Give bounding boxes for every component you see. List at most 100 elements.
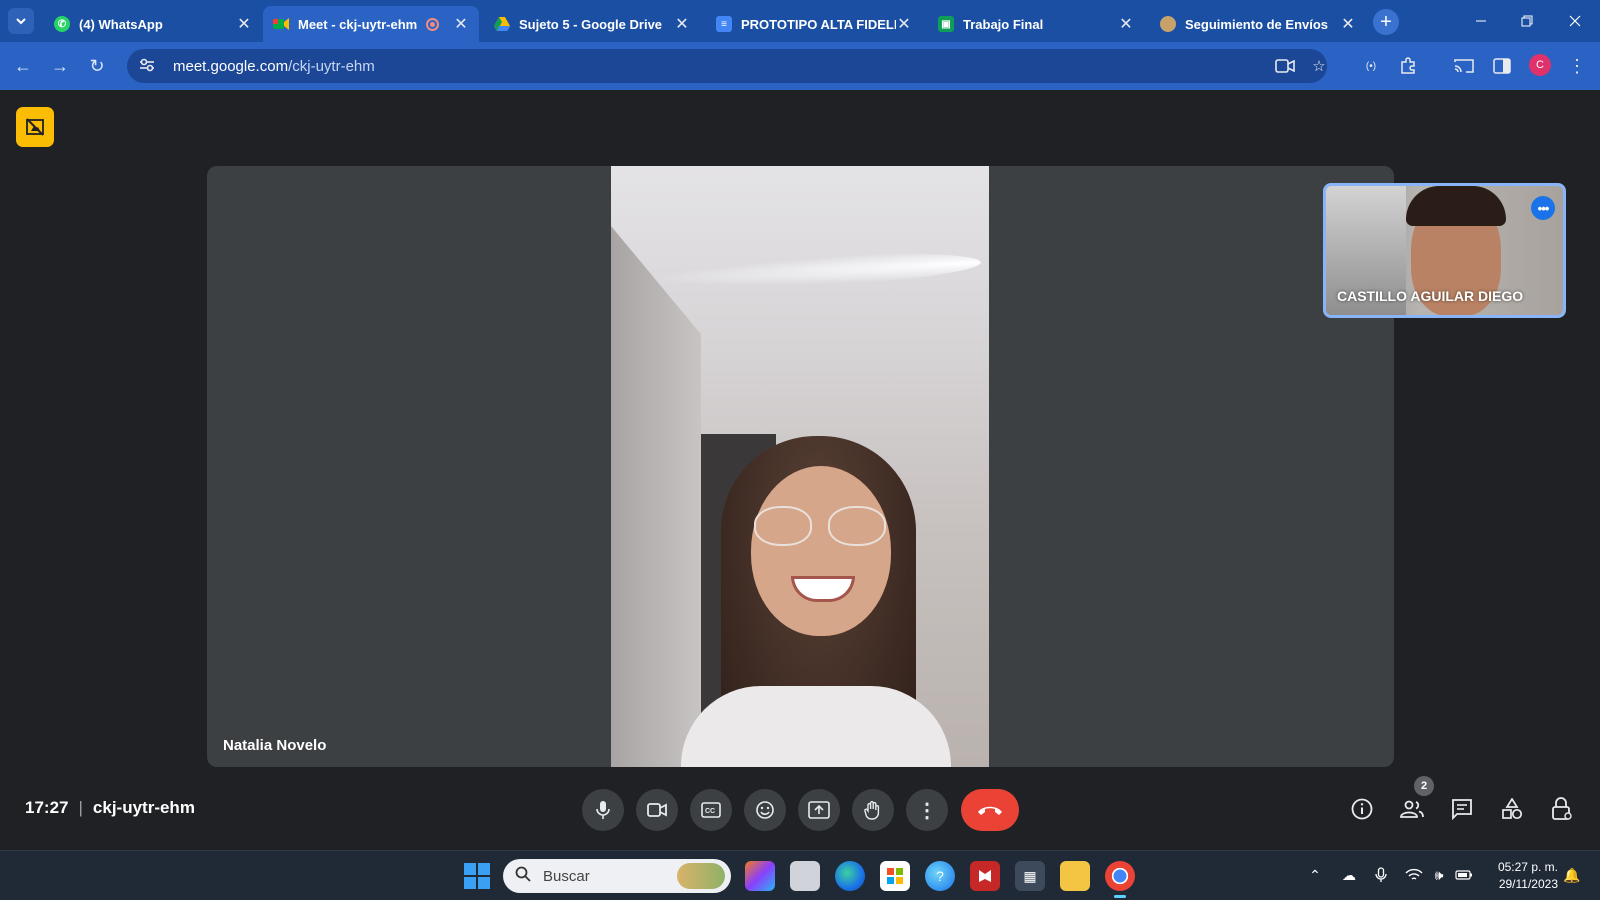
profile-avatar[interactable]: C <box>1529 54 1551 76</box>
tab-prototipo-doc[interactable]: ≡ PROTOTIPO ALTA FIDELID ✕ <box>706 6 922 42</box>
file-explorer-icon[interactable] <box>1060 861 1090 891</box>
no-video-icon <box>26 118 44 136</box>
onedrive-icon[interactable]: ☁ <box>1338 863 1360 887</box>
whatsapp-icon: ✆ <box>54 16 70 32</box>
recording-icon <box>426 17 439 31</box>
host-controls-button[interactable] <box>1547 794 1577 824</box>
camera-off-badge[interactable] <box>16 107 54 147</box>
mcafee-icon[interactable] <box>970 861 1000 891</box>
site-info-icon[interactable] <box>139 58 159 75</box>
captions-button[interactable]: CC <box>690 789 732 831</box>
side-panel-icon[interactable] <box>1490 54 1514 78</box>
clock-date: 29/11/2023 <box>1498 877 1558 891</box>
more-options-button[interactable]: ••• <box>1531 196 1555 220</box>
close-icon[interactable]: ✕ <box>896 14 912 34</box>
media-cast-icon[interactable]: (•) <box>1359 54 1383 78</box>
self-participant-name: CASTILLO AGUILAR DIEGO <box>1337 288 1524 304</box>
chrome-menu-icon[interactable]: ⋮ <box>1565 54 1589 78</box>
close-icon[interactable]: ✕ <box>674 14 690 34</box>
people-button[interactable] <box>1397 794 1427 824</box>
windows-start-icon[interactable] <box>464 863 490 889</box>
raise-hand-button[interactable] <box>852 789 894 831</box>
reload-icon: ↻ <box>89 55 105 76</box>
minimize-icon <box>1476 20 1486 22</box>
tab-search-button[interactable] <box>8 8 34 34</box>
volume-icon[interactable]: 🕪 <box>1428 863 1450 887</box>
tab-title: Seguimiento de Envíos <box>1185 16 1329 32</box>
close-icon[interactable]: ✕ <box>1340 14 1356 34</box>
participant-count-badge: 2 <box>1414 776 1434 796</box>
search-icon <box>515 866 533 886</box>
reactions-button[interactable] <box>744 789 786 831</box>
notifications-icon[interactable]: 🔔 <box>1561 863 1583 887</box>
present-screen-button[interactable] <box>798 789 840 831</box>
cast-icon[interactable] <box>1452 54 1476 78</box>
extensions-icon[interactable] <box>1396 54 1420 78</box>
chrome-icon[interactable] <box>1105 861 1135 898</box>
videocam-icon <box>647 803 667 817</box>
arrow-left-icon: ← <box>14 55 32 76</box>
restore-button[interactable] <box>1504 0 1550 42</box>
participant-video <box>611 166 989 767</box>
tab-meet[interactable]: Meet - ckj-uytr-ehm ✕ <box>263 6 479 42</box>
taskbar-search[interactable]: Buscar <box>503 859 731 893</box>
edge-icon[interactable] <box>835 861 865 891</box>
chevron-up-icon[interactable]: ⌃ <box>1304 863 1326 887</box>
more-options-button[interactable]: ⋮ <box>906 789 948 831</box>
chat-icon <box>1452 799 1472 820</box>
leave-call-button[interactable] <box>961 789 1019 831</box>
tab-title: Sujeto 5 - Google Drive <box>519 16 663 32</box>
reload-button[interactable]: ↻ <box>83 52 111 80</box>
hand-icon <box>864 801 880 820</box>
search-placeholder: Buscar <box>543 867 590 885</box>
arrow-right-icon: → <box>51 55 69 76</box>
activities-button[interactable] <box>1497 794 1527 824</box>
plus-icon: + <box>1380 10 1392 33</box>
get-help-icon[interactable]: ? <box>925 861 955 891</box>
tab-whatsapp[interactable]: ✆ (4) WhatsApp ✕ <box>44 6 262 42</box>
new-tab-button[interactable]: + <box>1373 9 1399 35</box>
close-icon[interactable]: ✕ <box>236 14 252 34</box>
task-view-icon[interactable] <box>790 861 820 891</box>
camera-in-use-icon[interactable] <box>1273 54 1297 78</box>
tab-trabajo-final[interactable]: ▣ Trabajo Final ✕ <box>928 6 1144 42</box>
meeting-details-button[interactable] <box>1347 794 1377 824</box>
forward-button[interactable]: → <box>46 52 74 80</box>
calculator-icon[interactable]: ▦ <box>1015 861 1045 891</box>
copilot-icon[interactable] <box>745 861 775 891</box>
camera-button[interactable] <box>636 789 678 831</box>
divider: | <box>78 798 83 817</box>
closed-captions-icon: CC <box>701 802 721 818</box>
system-clock[interactable]: 05:27 p. m. 29/11/2023 <box>1488 859 1558 893</box>
emoji-icon <box>756 801 774 819</box>
microphone-tray-icon[interactable] <box>1370 863 1392 887</box>
self-video-tile[interactable]: ••• CASTILLO AGUILAR DIEGO <box>1323 183 1566 318</box>
bookmark-star-icon[interactable]: ☆ <box>1307 54 1331 78</box>
chat-button[interactable] <box>1447 794 1477 824</box>
close-icon[interactable]: ✕ <box>1118 14 1134 34</box>
site-favicon-icon <box>1160 16 1176 32</box>
present-to-all-icon <box>808 801 830 819</box>
close-icon[interactable]: ✕ <box>453 14 469 34</box>
main-video-tile[interactable]: Natalia Novelo <box>207 166 1394 767</box>
back-button[interactable]: ← <box>9 52 37 80</box>
tab-title: (4) WhatsApp <box>79 16 163 32</box>
tab-seguimiento[interactable]: Seguimiento de Envíos ✕ <box>1150 6 1366 42</box>
chevron-down-icon <box>16 18 26 25</box>
google-drive-icon <box>494 16 510 32</box>
battery-icon[interactable] <box>1453 863 1475 887</box>
tab-google-drive[interactable]: Sujeto 5 - Google Drive ✕ <box>484 6 700 42</box>
wifi-icon[interactable] <box>1403 863 1425 887</box>
address-bar[interactable]: meet.google.com/ckj-uytr-ehm <box>127 49 1327 83</box>
restore-icon <box>1521 15 1533 27</box>
google-meet-icon <box>273 16 289 32</box>
meeting-time: 17:27 <box>25 798 69 817</box>
microsoft-store-icon[interactable] <box>880 861 910 891</box>
info-icon <box>1351 798 1373 820</box>
url-path: /ckj-uytr-ehm <box>288 57 375 75</box>
shapes-icon <box>1502 798 1523 820</box>
browser-toolbar: ← → ↻ meet.google.com/ckj-uytr-ehm ☆ (•)… <box>0 42 1600 90</box>
microphone-button[interactable] <box>582 789 624 831</box>
close-window-button[interactable] <box>1552 0 1598 42</box>
minimize-button[interactable] <box>1458 0 1504 42</box>
